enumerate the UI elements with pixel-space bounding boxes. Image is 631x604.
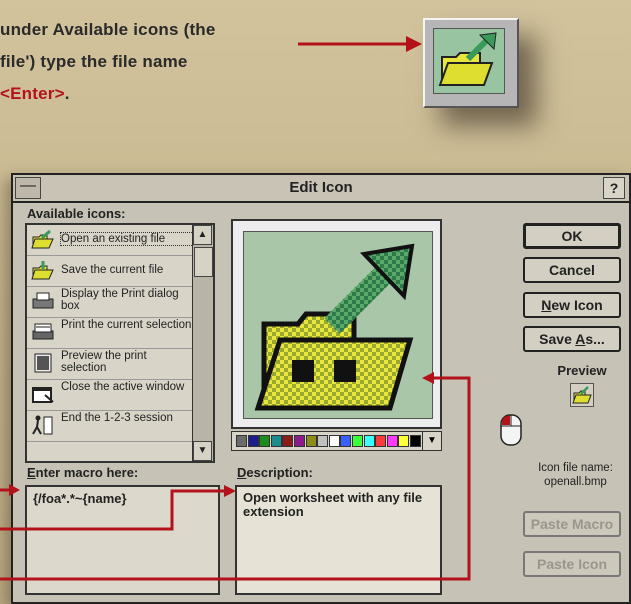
exit-runner-icon — [32, 415, 53, 435]
color-swatch[interactable] — [236, 435, 247, 447]
instruction-line-2: file') type the file name — [0, 52, 188, 71]
color-swatch[interactable] — [282, 435, 294, 447]
list-item-label: Close the active window — [61, 381, 185, 393]
cancel-button[interactable]: Cancel — [523, 257, 621, 283]
save-as-button[interactable]: Save As... — [523, 326, 621, 352]
color-swatch[interactable] — [270, 435, 282, 447]
color-swatch[interactable] — [294, 435, 305, 447]
color-swatch[interactable] — [247, 435, 259, 447]
color-swatch[interactable] — [259, 435, 271, 447]
list-item[interactable]: Save the current file — [27, 256, 193, 287]
print-preview-icon — [34, 353, 52, 373]
paste-icon-button[interactable]: Paste Icon — [523, 551, 621, 577]
list-item-label: Print the current selection — [61, 319, 192, 331]
preview-label: Preview — [557, 363, 607, 378]
icon-file-value: openall.bmp — [544, 476, 607, 488]
enter-key-label: <Enter> — [0, 84, 65, 103]
preview-thumbnail — [570, 383, 594, 407]
print-selection-icon — [32, 323, 54, 340]
icon-edit-canvas[interactable] — [231, 219, 442, 429]
available-icons-list[interactable]: Open an existing file Save the current f… — [25, 223, 215, 463]
open-folder-arrow-icon — [31, 229, 54, 249]
color-swatch[interactable] — [375, 435, 387, 447]
callout-arrow — [298, 36, 422, 52]
color-swatch[interactable] — [317, 435, 329, 447]
color-palette[interactable]: ▼ — [231, 431, 442, 451]
list-item[interactable]: Close the active window — [27, 380, 193, 411]
color-swatch[interactable] — [352, 435, 363, 447]
list-item[interactable]: End the 1-2-3 session — [27, 411, 193, 442]
color-swatch[interactable] — [340, 435, 352, 447]
available-icons-label: Available icons: — [27, 206, 126, 221]
description-input[interactable]: Open worksheet with any file extension — [235, 485, 442, 595]
color-swatch[interactable] — [410, 435, 421, 447]
ok-button[interactable]: OK — [523, 223, 621, 249]
instruction-text: under Available icons (the file') type t… — [0, 14, 320, 110]
paste-macro-button[interactable]: Paste Macro — [523, 511, 621, 537]
instruction-line-1: under Available icons (the — [0, 20, 216, 39]
list-item[interactable]: Print the current selection — [27, 318, 193, 349]
enlarged-smarticon — [423, 18, 519, 108]
close-window-icon — [32, 387, 54, 403]
printer-icon — [32, 292, 54, 309]
instruction-line-3: <Enter>. — [0, 84, 70, 103]
list-item-label: Save the current file — [61, 264, 164, 276]
color-swatch[interactable] — [328, 435, 340, 447]
scroll-up-arrow-icon[interactable]: ▲ — [193, 225, 212, 245]
dialog-title: Edit Icon — [289, 179, 353, 196]
macro-label: Enter macro here: — [27, 465, 139, 480]
title-bar: — Edit Icon ? — [13, 175, 629, 203]
icons-scrollbar[interactable]: ▲ ▼ — [192, 225, 213, 461]
icon-file-info: Icon file name: openall.bmp — [518, 461, 631, 489]
open-folder-arrow-icon — [254, 243, 415, 411]
macro-input[interactable]: {/foa*.*~{name} — [25, 485, 220, 595]
list-item[interactable]: Preview the print selection — [27, 349, 193, 380]
list-item-label: Display the Print dialog box — [61, 288, 179, 312]
description-label: Description: — [237, 465, 313, 480]
open-folder-arrow-icon — [572, 386, 592, 404]
color-swatch[interactable] — [398, 435, 410, 447]
color-swatch[interactable] — [386, 435, 398, 447]
scroll-thumb[interactable] — [194, 247, 213, 277]
color-swatch[interactable] — [363, 435, 375, 447]
new-icon-button[interactable]: New Icon — [523, 292, 621, 318]
edit-icon-dialog: — Edit Icon ? Available icons: Open an e… — [11, 173, 631, 604]
list-item-label: Preview the print selection — [61, 350, 147, 374]
help-button[interactable]: ? — [603, 177, 625, 199]
list-item[interactable]: Open an existing file — [27, 225, 194, 256]
color-swatch[interactable] — [305, 435, 317, 447]
save-folder-arrow-icon — [31, 261, 54, 280]
palette-dropdown-icon[interactable]: ▼ — [422, 432, 441, 450]
list-item-label: Open an existing file — [60, 232, 194, 246]
list-item-label: End the 1-2-3 session — [61, 412, 173, 424]
list-item[interactable]: Display the Print dialog box — [27, 287, 193, 318]
mouse-icon — [500, 414, 522, 446]
open-folder-arrow-icon — [438, 32, 497, 86]
scroll-down-arrow-icon[interactable]: ▼ — [193, 441, 212, 461]
icon-file-label: Icon file name: — [538, 462, 613, 474]
